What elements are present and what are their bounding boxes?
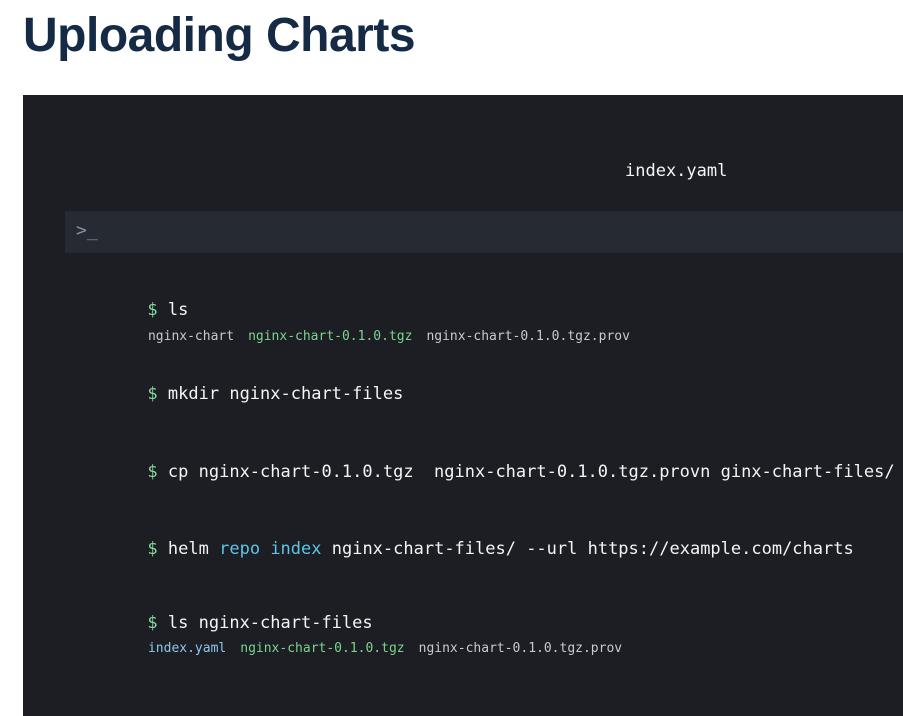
command-keyword: index [270, 539, 322, 559]
command-text: mkdir nginx-chart-files [167, 384, 404, 404]
command-keyword: repo [219, 539, 261, 559]
command-text: cp nginx-chart-0.1.0.tgz nginx-chart-0.1… [167, 462, 895, 482]
command-line: $ mkdir nginx-chart-files [86, 361, 403, 427]
prompt-symbol: $ [147, 462, 158, 482]
command-text [260, 539, 270, 559]
output-file: nginx-chart-0.1.0.tgz [240, 641, 405, 656]
output-file: index.yaml [147, 641, 227, 656]
page-title: Uploading Charts [23, 9, 416, 62]
terminal-window: index.yaml >_ $ ls nginx-chart nginx-char… [23, 95, 903, 716]
prompt-bar: >_ [65, 211, 903, 253]
output-file: nginx-chart-0.1.0.tgz.prov [418, 641, 623, 656]
output-file: nginx-chart-0.1.0.tgz.prov [426, 329, 630, 344]
command-output: index.yaml nginx-chart-0.1.0.tgz nginx-cha… [101, 622, 636, 676]
prompt-symbol: $ [147, 384, 158, 404]
page: Uploading Charts index.yaml >_ $ ls ngin… [0, 0, 903, 716]
command-line: $ helm repo index nginx-chart-files/ --u… [86, 516, 854, 582]
command-text: helm [167, 539, 220, 559]
command-output: nginx-chart nginx-chart-0.1.0.tgz nginx-ch… [101, 310, 644, 364]
prompt-symbol: $ [147, 539, 158, 559]
output-file: nginx-chart [147, 329, 235, 344]
floating-filename: index.yaml [625, 161, 728, 181]
command-text: nginx-chart-files/ --url https://example… [321, 539, 854, 559]
terminal-prompt-icon: >_ [76, 220, 98, 241]
output-file: nginx-chart-0.1.0.tgz [248, 329, 413, 344]
command-line: $ cp nginx-chart-0.1.0.tgz nginx-chart-0… [86, 439, 895, 505]
